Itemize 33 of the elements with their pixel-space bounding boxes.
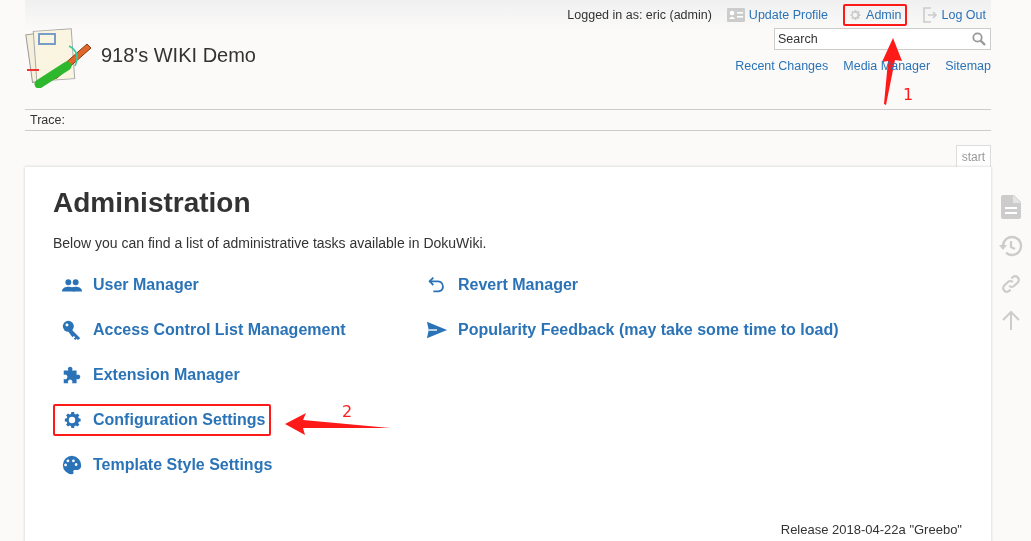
user-link[interactable]: Update Profile — [721, 4, 834, 26]
logout-icon — [921, 7, 938, 23]
admin-task-link[interactable]: User Manager — [53, 269, 205, 301]
admin-task-link[interactable]: Revert Manager — [418, 269, 585, 301]
user-link[interactable]: Admin — [843, 4, 907, 26]
puzzle-icon — [61, 364, 83, 386]
up-arrow-icon[interactable] — [1001, 310, 1021, 330]
search-field[interactable]: Search — [774, 28, 991, 50]
search-icon[interactable] — [972, 32, 986, 46]
admin-task-link[interactable]: Popularity Feedback (may take some time to load) — [418, 314, 845, 346]
nav-link[interactable]: Sitemap — [945, 59, 991, 73]
trace-label: Trace: — [30, 113, 65, 127]
admin-task-link[interactable]: Template Style Settings — [53, 449, 279, 481]
annotation-number: 2 — [342, 402, 353, 421]
user-link[interactable]: Log Out — [916, 3, 991, 27]
admin-task-link[interactable]: Extension Manager — [53, 359, 246, 391]
intro-text: Below you can find a list of administrative tasks available in DokuWiki. — [53, 235, 488, 251]
site-title[interactable]: 918's WIKI Demo — [101, 43, 256, 67]
history-icon[interactable] — [999, 234, 1023, 258]
annotation-number: 1 — [903, 85, 914, 104]
profile-card-icon — [726, 8, 745, 22]
admin-task-link[interactable]: Access Control List Management — [53, 314, 352, 346]
nav-link[interactable]: Recent Changes — [735, 59, 829, 73]
release-version: Release 2018-04-22a "Greebo" — [780, 522, 962, 537]
send-icon — [426, 319, 448, 341]
gear-icon — [848, 8, 863, 22]
palette-icon — [61, 454, 83, 476]
page-heading: Administration — [53, 187, 252, 219]
login-status: Logged in as: eric (admin) — [567, 8, 712, 22]
admin-task-link[interactable]: Configuration Settings — [53, 404, 272, 436]
key-icon — [61, 319, 83, 341]
document-icon[interactable] — [1001, 195, 1021, 219]
link-icon[interactable] — [1000, 273, 1022, 295]
